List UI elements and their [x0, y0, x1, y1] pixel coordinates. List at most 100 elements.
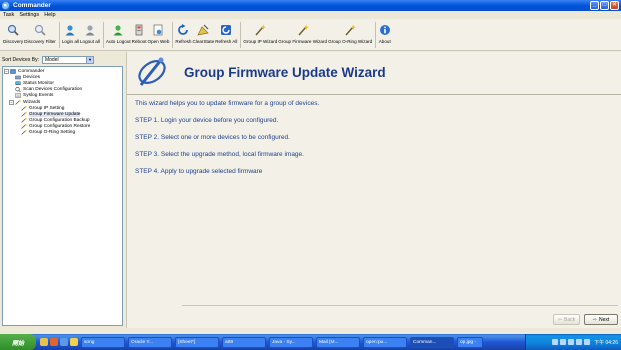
task-button[interactable]: [Sheet*]	[175, 336, 219, 348]
wand-icon	[344, 23, 357, 36]
wand-icon	[21, 130, 27, 136]
sort-row: Sort Devices By: Model ▼	[2, 56, 94, 64]
task-button[interactable]: att8	[222, 336, 266, 348]
menu-help[interactable]: Help	[44, 12, 55, 18]
wizard-step-1: STEP 1. Login your device before you con…	[135, 117, 279, 124]
window-controls: _ □ ×	[590, 1, 619, 10]
group-firmware-wizard-button[interactable]: Group Firmware Wizard	[278, 19, 327, 44]
group-ip-wizard-button[interactable]: Group IP Wizard	[243, 19, 277, 44]
auto-logout-button[interactable]: Auto Logout	[106, 19, 131, 44]
web-page-icon	[152, 23, 165, 36]
window-title: Commander	[13, 2, 51, 9]
reboot-icon	[133, 23, 146, 36]
wizard-panel: Group Firmware Update Wizard This wizard…	[126, 52, 621, 328]
app-icon	[2, 1, 10, 10]
collapse-icon[interactable]: −	[4, 68, 9, 74]
magnifier-icon	[7, 23, 20, 36]
close-button[interactable]: ×	[610, 1, 619, 10]
next-button[interactable]: ⇨ Next	[584, 314, 618, 325]
commander-icon	[10, 68, 16, 74]
syslog-icon	[15, 93, 21, 99]
tray-icon[interactable]	[560, 339, 567, 345]
scan-icon	[15, 87, 21, 93]
filter-magnifier-icon	[34, 23, 47, 36]
devices-icon	[15, 75, 21, 80]
sort-value: Model	[44, 57, 59, 63]
system-tray: 下午 04:26	[525, 334, 621, 350]
login-all-button[interactable]: Login all	[62, 19, 79, 44]
divider	[127, 94, 621, 95]
logout-all-button[interactable]: Logout all	[80, 19, 100, 44]
task-button[interactable]: Java - Sy...	[269, 336, 313, 348]
chevron-down-icon[interactable]: ▼	[85, 57, 93, 63]
user-green-icon	[112, 23, 125, 36]
start-button[interactable]: 開始	[0, 334, 36, 350]
wand-icon	[21, 118, 27, 123]
refresh-button[interactable]: Refresh	[175, 19, 191, 44]
toolbar-separator	[172, 22, 174, 48]
collapse-icon[interactable]: −	[9, 99, 14, 105]
back-button[interactable]: ⇦ Back	[553, 314, 580, 325]
open-web-button[interactable]: Open Web	[148, 19, 169, 44]
wand-icon	[21, 105, 27, 111]
toolbar: Discovery Discovery Filter Login all Log…	[0, 19, 621, 51]
discovery-button[interactable]: Discovery	[3, 19, 23, 44]
quick-launch-icon[interactable]	[40, 338, 48, 346]
wizard-step-4: STEP 4. Apply to upgrade selected firmwa…	[135, 168, 263, 175]
tray-icon[interactable]	[576, 339, 583, 345]
quick-launch-icon[interactable]	[60, 338, 68, 346]
divider	[182, 305, 618, 306]
task-button[interactable]: open:pu...	[363, 336, 407, 348]
quick-launch-icon[interactable]	[70, 338, 78, 346]
user-gray-icon	[83, 23, 96, 36]
quick-launch-icon[interactable]	[50, 338, 58, 346]
toolbar-separator	[375, 22, 377, 48]
about-button[interactable]: About	[378, 19, 391, 44]
quick-launch	[40, 338, 78, 346]
sort-label: Sort Devices By:	[2, 57, 39, 63]
task-button[interactable]: Mail [M...	[316, 336, 360, 348]
refresh-all-button[interactable]: Refresh All	[215, 19, 237, 44]
next-arrow-icon: ⇨	[592, 316, 597, 323]
group-oring-wizard-button[interactable]: Group O-Ring Wizard	[328, 19, 372, 44]
menu-bar: Task Settings Help	[0, 11, 621, 19]
menu-task[interactable]: Task	[3, 12, 14, 18]
task-button-active[interactable]: Comman...	[410, 336, 454, 348]
wizard-icon	[15, 99, 21, 105]
wizard-intro: This wizard helps you to update firmware…	[135, 100, 320, 107]
task-button[interactable]: song	[81, 336, 125, 348]
back-arrow-icon: ⇦	[557, 316, 563, 323]
maximize-button[interactable]: □	[600, 1, 609, 10]
toolbar-separator	[58, 22, 60, 48]
user-icon	[64, 23, 77, 36]
tray-icon[interactable]	[584, 339, 591, 345]
reboot-button[interactable]: Reboot	[132, 19, 147, 44]
clear-state-icon	[197, 23, 210, 36]
taskbar: 開始 song Oracle Y... [Sheet*] att8 Java -…	[0, 334, 621, 350]
wizard-logo-icon	[135, 56, 169, 88]
task-button[interactable]: op.jpg -	[457, 336, 483, 348]
monitor-icon	[15, 81, 21, 86]
wand-icon	[296, 23, 309, 36]
toolbar-separator	[102, 22, 104, 48]
tray-icon[interactable]	[552, 339, 559, 345]
tray-icon[interactable]	[568, 339, 575, 345]
navigation-tree: − Commander Devices Status Monitor Scan …	[2, 66, 123, 326]
clock: 下午 04:26	[594, 339, 618, 346]
toolbar-separator	[240, 22, 242, 48]
title-bar: Commander _ □ ×	[0, 0, 621, 11]
wand-icon	[21, 124, 27, 130]
wand-icon	[21, 111, 27, 117]
minimize-button[interactable]: _	[590, 1, 599, 10]
wizard-title: Group Firmware Update Wizard	[184, 65, 386, 80]
tree-item-group-oring-setting[interactable]: Group O-Ring Setting	[3, 130, 122, 136]
sort-devices-select[interactable]: Model ▼	[41, 56, 94, 64]
refresh-all-icon	[220, 23, 233, 36]
task-button[interactable]: Oracle Y...	[128, 336, 172, 348]
wand-icon	[254, 23, 267, 36]
discovery-filter-button[interactable]: Discovery Filter	[24, 19, 56, 44]
refresh-icon	[177, 23, 190, 36]
clear-state-button[interactable]: ClearState	[192, 19, 214, 44]
info-icon	[378, 23, 391, 36]
menu-settings[interactable]: Settings	[19, 12, 39, 18]
